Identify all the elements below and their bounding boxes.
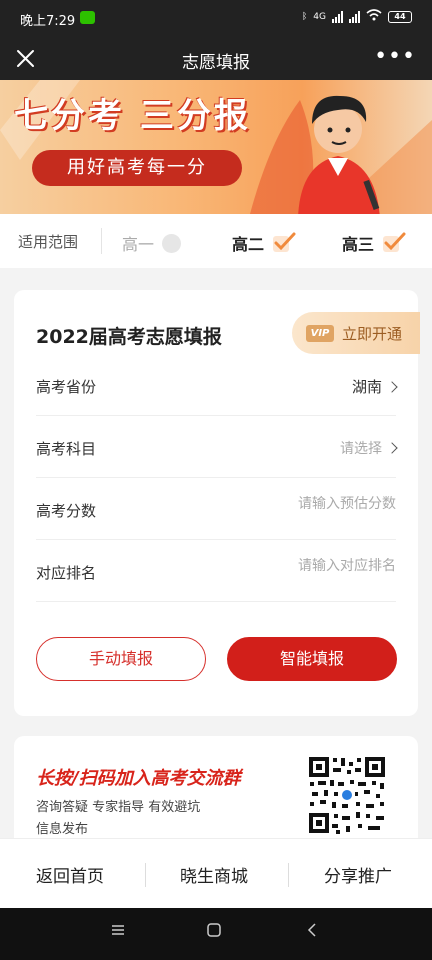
chevron-right-icon [386, 381, 398, 393]
subject-value-text: 请选择 [340, 441, 382, 457]
nav-home-link[interactable]: 返回首页 [36, 862, 104, 887]
range-label: 适用范围 [18, 233, 79, 251]
rank-row: 对应排名 [36, 540, 396, 602]
score-label: 高考分数 [36, 502, 97, 520]
manual-fill-button[interactable]: 手动填报 [36, 637, 206, 681]
battery-icon: 44 [388, 10, 412, 23]
vip-label: 立即开通 [342, 324, 403, 343]
back-icon[interactable] [304, 922, 320, 942]
grade-option-1[interactable]: 高一 [122, 231, 182, 255]
promo-banner: 七分考 三分报 用好高考每一分 [0, 80, 432, 214]
score-row: 高考分数 [36, 478, 396, 540]
signal-icon [332, 10, 343, 23]
group-desc-line2: 信息发布 [36, 822, 89, 837]
province-value: 湖南 [351, 376, 398, 397]
application-form-card: 2022届高考志愿填报 VIP 立即开通 高考省份 湖南 高考科目 请选择 高考… [14, 290, 420, 716]
group-title: 长按/扫码加入高考交流群 [36, 768, 241, 789]
title-bar: 志愿填报 ••• [0, 38, 432, 80]
unchecked-circle-icon [162, 233, 182, 253]
grade-option-3[interactable]: 高三 [342, 231, 406, 255]
signal-icon-2 [349, 10, 360, 23]
wechat-icon [80, 11, 95, 24]
wifi-icon [366, 9, 382, 24]
home-icon[interactable] [206, 922, 222, 942]
vip-open-button[interactable]: VIP 立即开通 [292, 312, 420, 354]
student-illustration-icon [298, 95, 380, 214]
nav-share-link[interactable]: 分享推广 [324, 862, 392, 887]
grade-option-2[interactable]: 高二 [232, 231, 296, 255]
subject-label: 高考科目 [36, 440, 97, 458]
chevron-right-icon [386, 442, 398, 454]
grade-option-label: 高三 [342, 235, 375, 254]
signal-label: 4G [313, 11, 326, 22]
province-row[interactable]: 高考省份 湖南 [36, 354, 398, 416]
menu-icon[interactable] [110, 922, 126, 942]
grade-option-label: 高二 [232, 235, 265, 254]
bluetooth-icon: ᛒ [301, 11, 308, 22]
bottom-nav: 返回首页 晓生商城 分享推广 [0, 838, 432, 908]
province-label: 高考省份 [36, 378, 97, 396]
province-value-text: 湖南 [351, 378, 382, 396]
score-input[interactable] [196, 496, 396, 512]
more-menu-button[interactable]: ••• [374, 44, 416, 70]
page-title: 志愿填报 [182, 53, 250, 73]
subject-value: 请选择 [340, 438, 398, 458]
status-icons: ᛒ 4G 44 [302, 9, 412, 24]
status-bar: 晚上7:29 ᛒ 4G 44 [0, 0, 432, 38]
nav-divider [145, 863, 146, 887]
form-title: 2022届高考志愿填报 [36, 326, 222, 348]
grade-option-label: 高一 [122, 235, 155, 254]
system-nav-bar [0, 908, 432, 960]
nav-divider [288, 863, 289, 887]
group-desc-line1: 咨询答疑 专家指导 有效避坑 [36, 800, 201, 815]
banner-headline: 七分考 三分报 [14, 96, 251, 136]
rank-label: 对应排名 [36, 564, 97, 582]
range-divider [101, 228, 102, 254]
smart-fill-button[interactable]: 智能填报 [227, 637, 397, 681]
app-screen: 晚上7:29 ᛒ 4G 44 志愿填报 ••• 七分考 三分报 用好高考每一分 [0, 0, 432, 960]
subject-row[interactable]: 高考科目 请选择 [36, 416, 398, 478]
rank-input[interactable] [196, 558, 396, 574]
banner-subline: 用好高考每一分 [32, 150, 242, 186]
checkmark-icon [273, 232, 296, 252]
checkmark-icon [383, 232, 406, 252]
vip-badge-icon: VIP [306, 324, 334, 342]
status-time: 晚上7:29 [20, 14, 76, 29]
grade-range-bar: 适用范围 高一 高二 高三 [0, 214, 432, 268]
nav-mall-link[interactable]: 晓生商城 [180, 862, 248, 887]
qr-code-icon[interactable] [306, 754, 388, 836]
